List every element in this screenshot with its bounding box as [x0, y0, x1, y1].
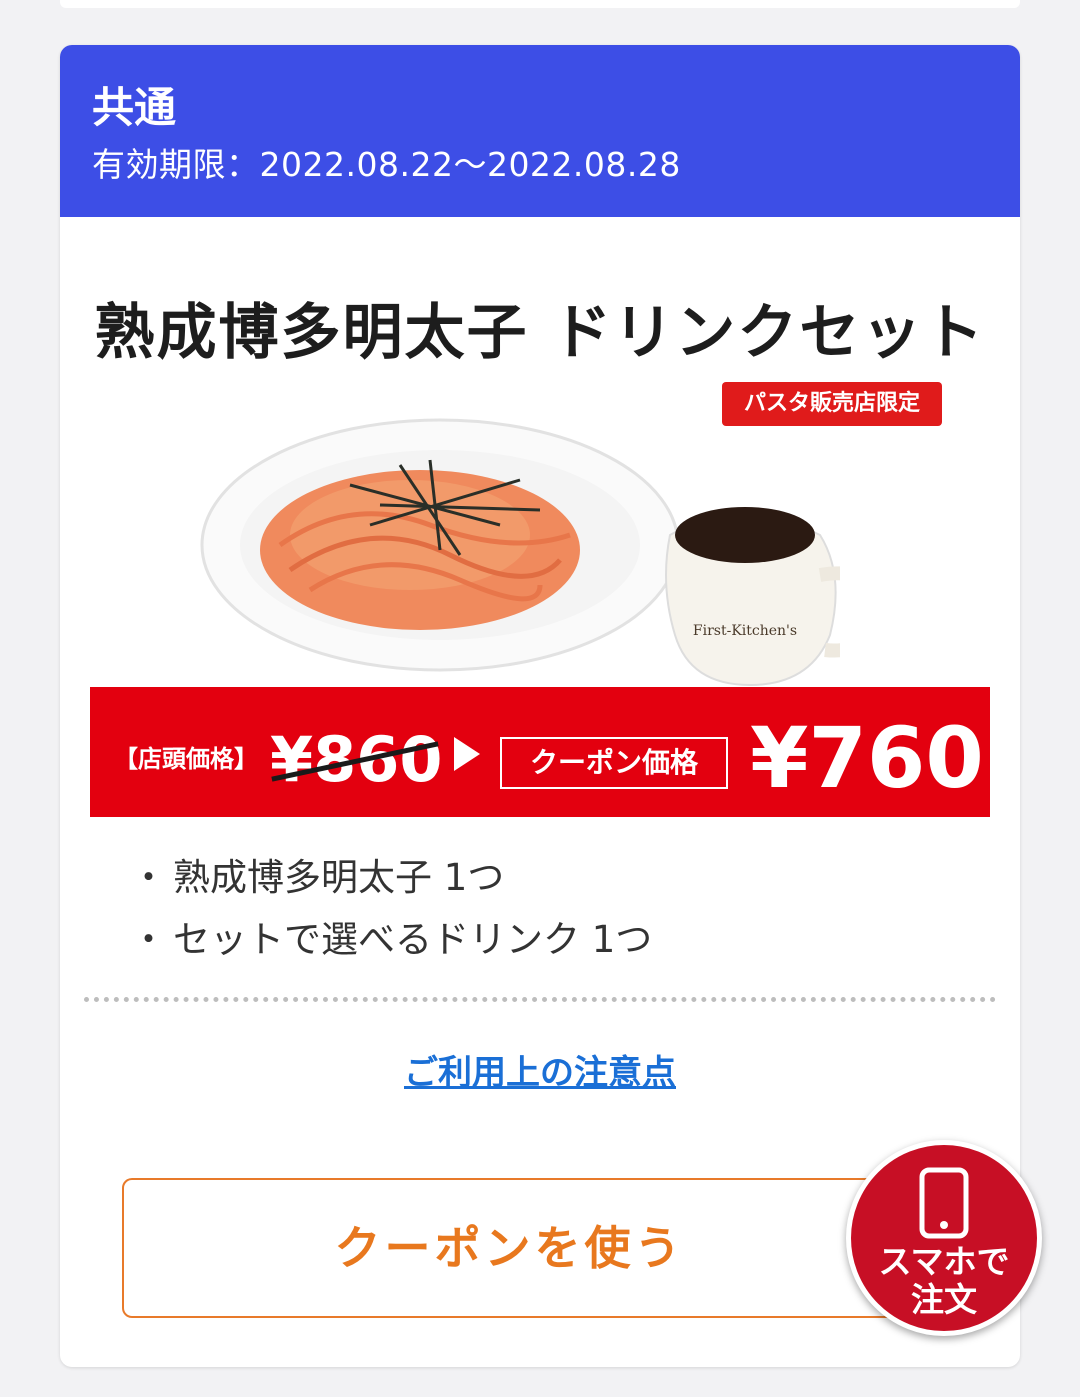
coupon-header: 共通 有効期限：2022.08.22〜2022.08.28	[60, 45, 1020, 217]
product-image: First-Kitchen's	[200, 418, 840, 687]
label-line-1: スマホで	[878, 1242, 1010, 1281]
bottom-bar	[0, 1374, 1080, 1397]
price-band: 【店頭価格】 ¥860 クーポン価格 ¥760	[90, 687, 990, 817]
arrow-right-icon	[454, 737, 480, 771]
coupon-category: 共通	[92, 83, 177, 132]
label-line-2: 注文	[911, 1280, 977, 1319]
dotted-divider	[84, 997, 996, 1002]
list-item: 熟成博多明太子 1つ	[130, 847, 652, 909]
list-item: セットで選べるドリンク 1つ	[130, 909, 652, 971]
validity-period: 有効期限：2022.08.22〜2022.08.28	[92, 145, 681, 184]
smartphone-order-button[interactable]: スマホで 注文	[846, 1140, 1042, 1336]
coupon-price-label: クーポン価格	[500, 737, 728, 789]
store-price-label: 【店頭価格】	[114, 745, 258, 773]
limited-badge: パスタ販売店限定	[722, 382, 942, 426]
smartphone-order-label: スマホで 注文	[851, 1243, 1037, 1319]
use-coupon-button[interactable]: クーポンを使う	[122, 1178, 897, 1318]
smartphone-icon	[919, 1167, 969, 1239]
old-price: ¥860	[270, 723, 443, 796]
included-items: 熟成博多明太子 1つ セットで選べるドリンク 1つ	[130, 847, 652, 971]
svg-text:First-Kitchen's: First-Kitchen's	[693, 623, 797, 639]
previous-card-edge	[60, 0, 1020, 8]
product-title: 熟成博多明太子 ドリンクセット	[94, 298, 986, 368]
usage-notes-link[interactable]: ご利用上の注意点	[60, 1045, 1020, 1094]
coupon-price: ¥760	[750, 709, 984, 807]
